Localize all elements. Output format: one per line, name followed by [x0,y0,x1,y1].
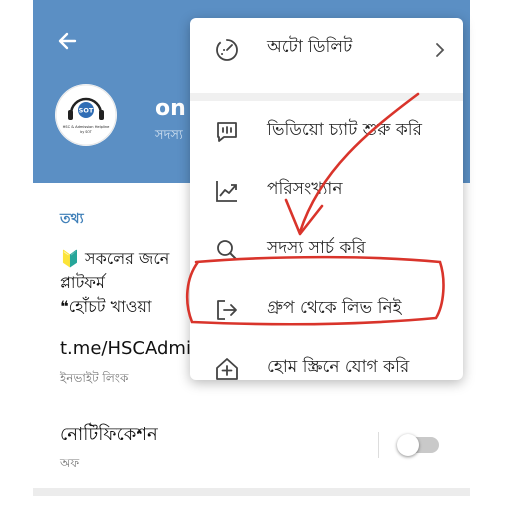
avatar-logo: SOT HSC & Admission Helpline by SOT [55,84,117,146]
description-line-1: 🔰 সকলের জনে [60,249,170,268]
statistics-icon [216,181,237,202]
chevron-right-icon [436,43,445,57]
avatar-logo-sub: by SOT [80,130,91,134]
leave-icon [217,300,237,320]
add-home-icon [216,358,238,380]
notifications-status: অফ [60,456,80,470]
menu-item-label: সদস্য সার্চ করি [267,238,366,258]
search-icon [217,240,237,260]
overflow-menu: অটো ডিলিট ভিডিয়ো চ্যাট শুরু করি পরিসংখ্… [190,18,463,380]
section-divider [33,488,470,496]
notifications-toggle[interactable] [397,434,439,456]
menu-item-label: গ্রুপ থেকে লিভ নিই [267,298,402,318]
invite-link-caption: ইনভাইট লিংক [60,371,129,385]
menu-divider [190,93,463,101]
info-section-title: তথ্য [60,211,84,227]
avatar-badge: SOT [79,107,94,115]
description-line-2: প্লাটফর্ম [60,273,105,292]
notifications-label[interactable]: নোটিফিকেশন [60,420,158,451]
invite-link[interactable]: t.me/HSCAdmi [60,338,191,359]
divider [378,432,379,458]
video-chat-icon [217,122,237,142]
group-member-count: সদস্য [155,128,183,143]
timer-icon [216,39,238,61]
menu-item-leave-group[interactable]: গ্রুপ থেকে লিভ নিই [190,281,463,337]
menu-item-label: অটো ডিলিট [267,37,353,57]
toggle-knob [397,434,419,456]
menu-item-label: হোম স্ক্রিনে যোগ করি [267,357,410,377]
avatar[interactable]: SOT HSC & Admission Helpline by SOT [55,84,117,146]
menu-item-video-chat[interactable]: ভিডিয়ো চ্যাট শুরু করি [190,103,463,159]
menu-item-search-members[interactable]: সদস্য সার্চ করি [190,221,463,277]
back-arrow-icon[interactable] [55,28,81,54]
menu-item-statistics[interactable]: পরিসংখ্যান [190,162,463,218]
menu-item-label: ভিডিয়ো চ্যাট শুরু করি [267,120,422,140]
description-line-3: ❝হোঁচট খাওয়া [60,297,152,316]
menu-item-label: পরিসংখ্যান [267,179,343,199]
avatar-logo-text: HSC & Admission Helpline [63,125,111,129]
menu-item-add-home-screen[interactable]: হোম স্ক্রিনে যোগ করি [190,340,463,396]
menu-item-auto-delete[interactable]: অটো ডিলিট [190,20,463,76]
